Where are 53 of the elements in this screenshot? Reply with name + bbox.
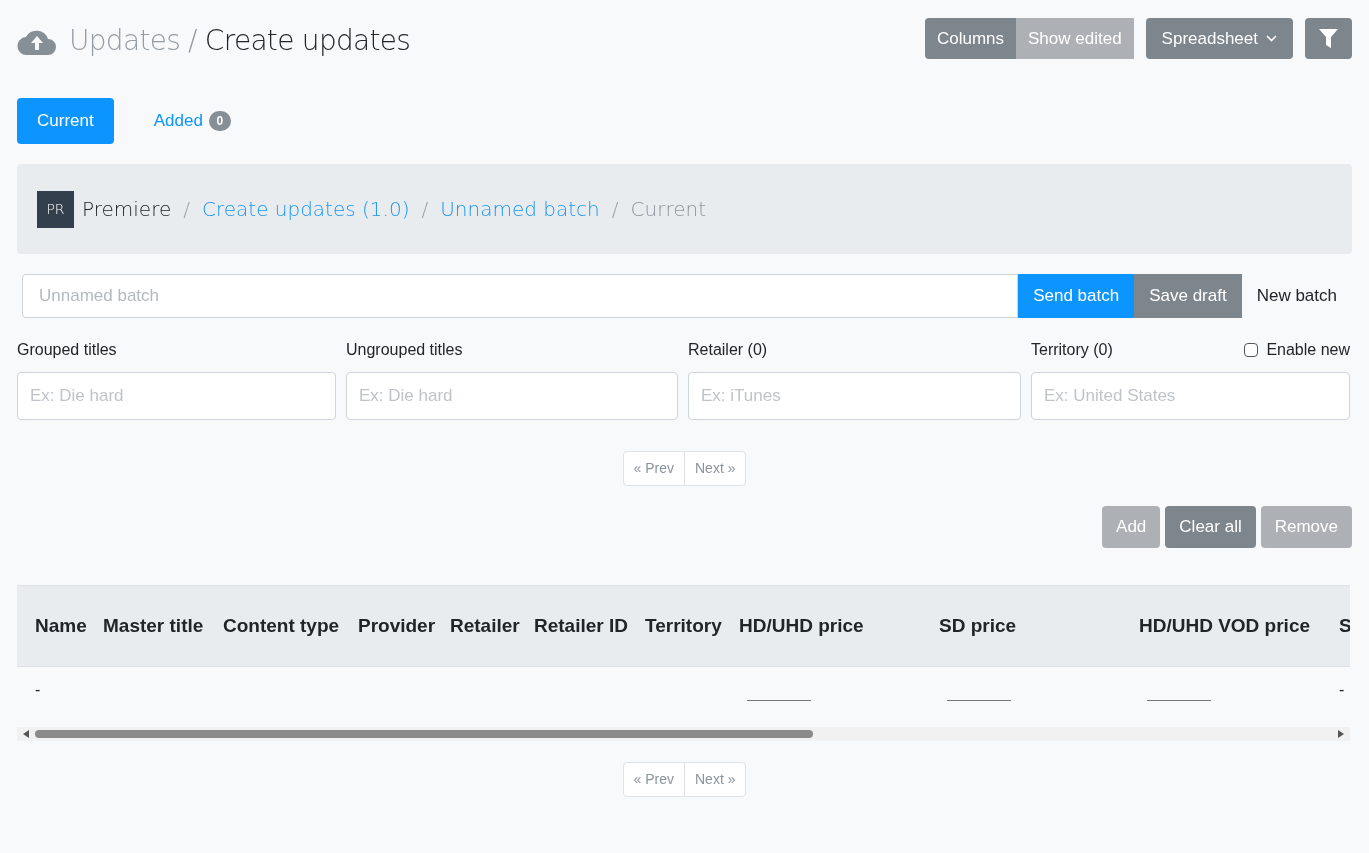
enable-new-checkbox[interactable] [1244, 343, 1259, 357]
spreadsheet-dropdown[interactable]: Spreadsheet [1145, 18, 1293, 59]
column-header: Territory [645, 614, 722, 636]
filter-button[interactable] [1305, 18, 1352, 59]
filter-field[interactable]: Ex: iTunes [688, 372, 1021, 420]
clear-all-button[interactable]: Clear all [1165, 506, 1256, 548]
column-header: HD/UHD price [739, 614, 864, 636]
filter-field[interactable]: Ex: United States [1031, 372, 1350, 420]
scroll-right-icon[interactable] [1338, 730, 1344, 738]
column-header: SD price [939, 614, 1017, 636]
parent-title: Updates [69, 24, 181, 57]
breadcrumb-item: Current [630, 196, 706, 223]
new-batch-button[interactable]: New batch [1241, 274, 1352, 318]
next-page-button[interactable]: Next » [685, 763, 746, 796]
filter-label: Grouped titles [17, 340, 117, 360]
breadcrumb-link[interactable]: Unnamed batch [440, 194, 600, 224]
tab[interactable]: Added 0 [133, 98, 251, 144]
column-header: Retailer [450, 614, 520, 636]
column-header: Retailer ID [534, 614, 628, 636]
filter-field[interactable]: Ex: Die hard [346, 372, 678, 420]
page-title: Create updates [204, 24, 411, 57]
prev-page-button[interactable]: « Prev [623, 763, 685, 796]
title-separator: / [188, 24, 197, 57]
project-avatar: PR [37, 190, 74, 228]
horizontal-scrollbar[interactable] [17, 727, 1350, 741]
save-draft-button[interactable]: Save draft [1134, 274, 1242, 318]
table-cell: - [35, 681, 41, 698]
columns-button[interactable]: Columns [924, 18, 1016, 59]
breadcrumb-separator: / [183, 196, 190, 223]
send-button[interactable]: Send batch [1018, 274, 1135, 318]
filter-field[interactable]: Ex: Die hard [17, 372, 336, 420]
chevron-down-icon [1266, 35, 1277, 42]
column-header: Master title [103, 614, 204, 636]
next-page-button[interactable]: Next » [685, 452, 746, 485]
breadcrumb-separator: / [421, 196, 429, 223]
column-header: Name [35, 614, 87, 636]
table-cell: - [1339, 681, 1345, 698]
breadcrumb-item: Premiere [82, 196, 172, 223]
column-header: Provider [358, 614, 436, 636]
filter-label: Ungrouped titles [346, 340, 463, 360]
column-header: Content type [223, 614, 340, 636]
batch-name-field[interactable]: Unnamed batch [22, 274, 1019, 318]
enable-new-label: Enable new [1266, 340, 1350, 360]
breadcrumb-separator: / [611, 196, 619, 223]
tab[interactable]: Current [17, 98, 114, 144]
scroll-left-icon[interactable] [23, 730, 29, 738]
filter-label: Retailer (0) [688, 340, 768, 360]
filter-label: Territory (0) [1031, 340, 1113, 360]
count-badge: 0 [208, 111, 231, 131]
prev-page-button[interactable]: « Prev [623, 452, 685, 485]
breadcrumb-link[interactable]: Create updates (1.0) [202, 194, 410, 224]
column-header: HD/UHD VOD price [1139, 614, 1311, 636]
filter-icon [1319, 29, 1338, 48]
